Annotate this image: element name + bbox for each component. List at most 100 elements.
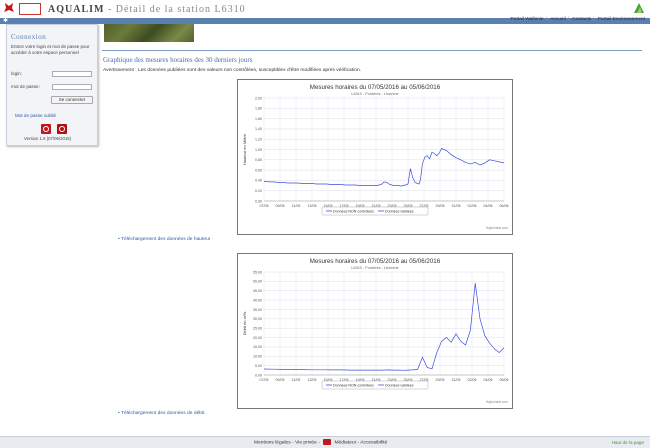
x-tick-label: 29/05 — [436, 204, 445, 208]
link-portail-wallonie[interactable]: Portail Wallonie — [509, 17, 544, 22]
x-tick-label: 29/05 — [436, 378, 445, 382]
x-tick-label: 11/05 — [292, 204, 301, 208]
chart-credit: Highcharts.com — [486, 400, 508, 404]
y-tick-label: 0,40 — [255, 179, 262, 183]
y-tick-label: 20,00 — [253, 336, 262, 340]
y-tick-label: 1,20 — [255, 138, 262, 142]
legal-link[interactable]: Mentions légales — [254, 440, 291, 445]
height-chart: Mesures horaires du 07/05/2016 au 05/06/… — [237, 79, 513, 235]
privacy-link[interactable]: Vie privée — [295, 440, 317, 445]
x-tick-label: 09/05 — [276, 204, 285, 208]
pdf-icon[interactable] — [41, 124, 51, 134]
footer-links: Mentions légales - Vie privée - Médiateu… — [254, 439, 388, 446]
y-tick-label: 40,00 — [253, 298, 262, 302]
x-tick-label: 07/05 — [260, 378, 269, 382]
download-height-label[interactable]: Téléchargement des données de hauteur — [121, 237, 210, 242]
download-flow-label[interactable]: Téléchargement des données de débit — [121, 411, 204, 416]
app-name: AQUALIM — [48, 4, 105, 15]
legend-item: Données NON contrôlées — [333, 209, 374, 213]
y-tick-label: 0,60 — [255, 168, 262, 172]
page-subtitle: - Détail de la station L6310 — [104, 4, 246, 15]
password-input[interactable] — [52, 84, 92, 90]
wallonie-logo[interactable] — [3, 2, 15, 16]
chart-legend: Données NON contrôlées Données validées — [321, 380, 429, 390]
y-tick-label: 0,20 — [255, 189, 262, 193]
chart-svg: Mesures horaires du 07/05/2016 au 05/06/… — [242, 258, 509, 404]
x-tick-label: 31/05 — [452, 204, 461, 208]
x-tick-label: 09/05 — [276, 378, 285, 382]
x-tick-label: 04/06 — [484, 378, 493, 382]
y-axis-label: Débit en m³/s — [242, 312, 247, 336]
top-links: Portail Wallonie | Accueil | Contacts | Por… — [509, 17, 646, 22]
link-contacts[interactable]: Contacts — [571, 17, 592, 22]
y-axis-label: Hauteur en Mètre — [242, 133, 247, 165]
legend-item: Données validées — [385, 383, 414, 387]
accessibility-link[interactable]: Accessibilité — [360, 440, 387, 445]
y-tick-label: 2,00 — [255, 96, 262, 100]
chart-subtitle: L6310 - Forrières - Lhomme — [351, 92, 398, 96]
chart-title: Mesures horaires du 07/05/2016 au 05/06/… — [310, 258, 441, 265]
y-tick-label: 30,00 — [253, 317, 262, 321]
link-portail-environnement[interactable]: Portail Environnement — [597, 17, 646, 22]
login-panel: Connexion Entrez votre login et mot de p… — [6, 24, 98, 146]
y-tick-label: 5,00 — [255, 364, 262, 368]
mediator-link[interactable]: Médiateur — [334, 440, 356, 445]
chart-svg: Mesures horaires du 07/05/2016 au 05/06/… — [242, 84, 509, 230]
spw-logo[interactable] — [19, 3, 41, 15]
y-tick-label: 55,00 — [253, 270, 262, 274]
y-tick-label: 0,80 — [255, 158, 262, 162]
x-tick-label: 06/06 — [500, 204, 509, 208]
y-tick-label: 0,00 — [255, 373, 262, 377]
x-tick-label: 31/05 — [452, 378, 461, 382]
x-tick-label: 13/05 — [308, 204, 317, 208]
login-button[interactable]: Se connecter — [51, 96, 93, 104]
forgot-password-link[interactable]: Mot de passe oublié — [15, 113, 56, 118]
download-flow-link[interactable]: • Téléchargement des données de débit — [118, 411, 204, 416]
legend-item: Données validées — [385, 209, 414, 213]
login-label: login: — [11, 71, 22, 76]
header: AQUALIM - Détail de la station L6310 — [0, 0, 650, 18]
x-tick-label: 02/06 — [468, 378, 477, 382]
y-tick-label: 1,60 — [255, 117, 262, 121]
chart-title: Mesures horaires du 07/05/2016 au 05/06/… — [310, 84, 441, 91]
x-tick-label: 11/05 — [292, 378, 301, 382]
page-title: AQUALIM - Détail de la station L6310 — [48, 4, 246, 15]
y-tick-label: 0,00 — [255, 199, 262, 203]
password-label: mot de passe: — [11, 84, 40, 89]
y-tick-label: 1,80 — [255, 107, 262, 111]
wallonie-flag-icon — [323, 439, 332, 445]
y-tick-label: 25,00 — [253, 326, 262, 330]
y-tick-label: 1,00 — [255, 148, 262, 152]
section-title: Graphique des mesures horaires des 30 de… — [103, 56, 253, 64]
y-tick-label: 35,00 — [253, 308, 262, 312]
x-tick-label: 07/05 — [260, 204, 269, 208]
warning-text: Avertissement : Les données publiées son… — [103, 68, 362, 73]
divider — [102, 50, 642, 51]
star-icon: ✱ — [3, 18, 9, 24]
legend-item: Données NON contrôlées — [333, 383, 374, 387]
y-tick-label: 15,00 — [253, 345, 262, 349]
y-tick-label: 50,00 — [253, 280, 262, 284]
x-tick-label: 04/06 — [484, 204, 493, 208]
y-tick-label: 1,40 — [255, 127, 262, 131]
series-line-non-controlees — [263, 283, 505, 371]
link-accueil[interactable]: Accueil — [549, 17, 566, 22]
login-input[interactable] — [52, 71, 92, 77]
chart-legend: Données NON contrôlées Données validées — [321, 206, 429, 216]
chart-credit: Highcharts.com — [486, 226, 508, 230]
x-tick-label: 13/05 — [308, 378, 317, 382]
x-tick-label: 02/06 — [468, 204, 477, 208]
x-tick-label: 06/06 — [500, 378, 509, 382]
y-tick-label: 45,00 — [253, 289, 262, 293]
version-text: Version 1.6 (07/06/2015) — [24, 136, 72, 141]
chart-subtitle: L6310 - Forrières - Lhomme — [351, 266, 398, 270]
download-height-link[interactable]: • Téléchargement des données de hauteur — [118, 237, 210, 242]
flow-chart: Mesures horaires du 07/05/2016 au 05/06/… — [237, 253, 513, 409]
y-tick-label: 10,00 — [253, 355, 262, 359]
login-intro: Entrez votre login et mot de passe pour … — [11, 44, 90, 55]
environment-logo[interactable] — [632, 1, 646, 15]
back-to-top-link[interactable]: Haut de la page — [612, 440, 644, 445]
login-title: Connexion — [11, 33, 47, 41]
acrobat-icon[interactable] — [57, 124, 67, 134]
footer: Mentions légales - Vie privée - Médiateu… — [0, 436, 650, 448]
